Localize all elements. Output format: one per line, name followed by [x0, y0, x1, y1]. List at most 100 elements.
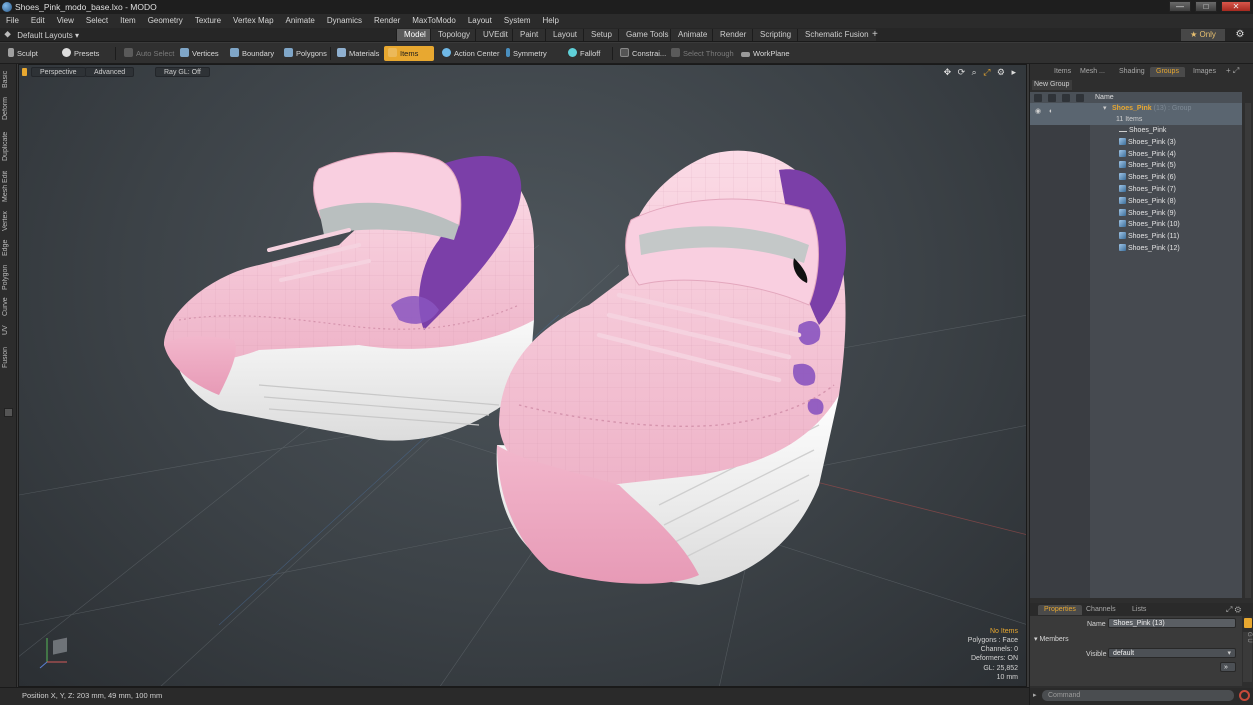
menu-animate[interactable]: Animate: [280, 14, 321, 28]
properties-color-swatch[interactable]: [1244, 618, 1252, 628]
tab-shading[interactable]: Shading: [1113, 67, 1151, 77]
tab-uv[interactable]: UV: [2, 322, 14, 338]
new-group-button[interactable]: New Group: [1032, 80, 1072, 90]
only-toggle-button[interactable]: ★ Only: [1181, 29, 1225, 41]
items-button[interactable]: Items: [384, 46, 434, 61]
menu-view[interactable]: View: [51, 14, 80, 28]
gear-icon[interactable]: ⚙: [1233, 29, 1247, 41]
side-icons-strip[interactable]: G U: [1243, 632, 1252, 682]
render-column-icon[interactable]: [1076, 94, 1084, 102]
tab-schematic-fusion[interactable]: Schematic Fusion: [797, 29, 876, 41]
presets-button[interactable]: Presets: [58, 46, 104, 61]
workplane-button[interactable]: WorkPlane: [737, 46, 795, 61]
add-tab-button[interactable]: +: [865, 29, 885, 41]
list-item[interactable]: Shoes_Pink (6): [1030, 172, 1242, 184]
tab-mesh-edit[interactable]: Mesh Edit: [2, 168, 14, 204]
tab-vertex[interactable]: Vertex: [2, 208, 14, 234]
menu-vertex-map[interactable]: Vertex Map: [227, 14, 279, 28]
menu-render[interactable]: Render: [368, 14, 406, 28]
list-item[interactable]: Shoes_Pink: [1030, 125, 1242, 137]
tree-scrollbar[interactable]: [1245, 103, 1251, 598]
maximize-button[interactable]: □: [1195, 1, 1217, 12]
name-column-header[interactable]: Name: [1095, 92, 1114, 103]
shoe-left-model[interactable]: [164, 152, 535, 441]
list-item[interactable]: Shoes_Pink (7): [1030, 184, 1242, 196]
tab-groups[interactable]: Groups: [1150, 67, 1185, 77]
lock-column-icon[interactable]: [1048, 94, 1056, 102]
falloff-button[interactable]: Falloff: [564, 46, 605, 61]
tab-fusion[interactable]: Fusion: [2, 342, 14, 372]
expand-panel-button[interactable]: [4, 408, 13, 417]
3d-viewport[interactable]: Perspective Advanced Ray GL: Off ✥ ⟳ ⌕ ⤢…: [18, 64, 1027, 687]
panel-options-icon[interactable]: + ⤢: [1226, 66, 1239, 76]
sculpt-button[interactable]: Sculpt: [4, 46, 43, 61]
action-center-button[interactable]: Action Center: [438, 46, 504, 61]
tab-model[interactable]: Model: [396, 29, 433, 41]
menu-select[interactable]: Select: [80, 14, 114, 28]
symmetry-button[interactable]: Symmetry: [502, 46, 552, 61]
group-expand-icon[interactable]: ▾: [1103, 103, 1107, 114]
list-item[interactable]: Shoes_Pink (5): [1030, 160, 1242, 172]
minimize-button[interactable]: —: [1169, 1, 1191, 12]
tab-scripting[interactable]: Scripting: [752, 29, 799, 41]
tab-setup[interactable]: Setup: [583, 29, 619, 41]
list-item[interactable]: Shoes_Pink (11): [1030, 231, 1242, 243]
tab-mesh[interactable]: Mesh ...: [1074, 67, 1111, 77]
tab-properties[interactable]: Properties: [1038, 605, 1082, 615]
tab-images[interactable]: Images: [1187, 67, 1222, 77]
list-item[interactable]: Shoes_Pink (9): [1030, 208, 1242, 220]
select-column-icon[interactable]: [1062, 94, 1070, 102]
tab-items[interactable]: Items: [1048, 67, 1077, 77]
menu-help[interactable]: Help: [537, 14, 565, 28]
tab-duplicate[interactable]: Duplicate: [2, 128, 14, 164]
list-item[interactable]: Shoes_Pink (4): [1030, 149, 1242, 161]
raygl-dropdown[interactable]: Ray GL: Off: [155, 67, 210, 77]
viewport-menu-icon[interactable]: [22, 68, 27, 76]
polygons-button[interactable]: Polygons: [280, 46, 332, 61]
properties-options-icon[interactable]: ⤢ ⚙: [1226, 605, 1241, 615]
tab-curve[interactable]: Curve: [2, 296, 14, 318]
list-item[interactable]: Shoes_Pink (12): [1030, 243, 1242, 255]
tab-polygon[interactable]: Polygon: [2, 262, 14, 292]
command-history-icon[interactable]: ▸: [1033, 691, 1037, 699]
tab-game-tools[interactable]: Game Tools: [618, 29, 676, 41]
eye-icon[interactable]: ◉: [1035, 106, 1041, 118]
boundary-button[interactable]: Boundary: [226, 46, 279, 61]
menu-dynamics[interactable]: Dynamics: [321, 14, 368, 28]
list-item[interactable]: Shoes_Pink (8): [1030, 196, 1242, 208]
lock-icon[interactable]: ◐: [1049, 106, 1053, 118]
menu-texture[interactable]: Texture: [189, 14, 227, 28]
tab-channels[interactable]: Channels: [1080, 605, 1122, 615]
tab-deform[interactable]: Deform: [2, 94, 14, 124]
auto-select-button[interactable]: Auto Select: [120, 46, 179, 61]
menu-file[interactable]: File: [0, 14, 25, 28]
tab-render[interactable]: Render: [712, 29, 754, 41]
select-through-button[interactable]: Select Through: [667, 46, 739, 61]
list-item[interactable]: Shoes_Pink (10): [1030, 219, 1242, 231]
visibility-column-icon[interactable]: [1034, 94, 1042, 102]
tab-lists[interactable]: Lists: [1126, 605, 1152, 615]
name-field[interactable]: Shoes_Pink (13): [1108, 618, 1236, 628]
list-item[interactable]: Shoes_Pink (3): [1030, 137, 1242, 149]
materials-button[interactable]: Materials: [333, 46, 384, 61]
constraint-button[interactable]: Constrai...: [616, 46, 671, 61]
command-input[interactable]: Command: [1042, 690, 1234, 701]
vertices-button[interactable]: Vertices: [176, 46, 224, 61]
tab-edge[interactable]: Edge: [2, 238, 14, 258]
menu-maxtomodo[interactable]: MaxToModo: [406, 14, 462, 28]
menu-layout[interactable]: Layout: [462, 14, 498, 28]
tab-layout[interactable]: Layout: [545, 29, 585, 41]
menu-geometry[interactable]: Geometry: [142, 14, 189, 28]
expand-arrows-button[interactable]: »: [1220, 662, 1236, 672]
perspective-dropdown[interactable]: Perspective: [31, 67, 86, 77]
shoe-right-model[interactable]: [496, 150, 847, 585]
group-row[interactable]: ◉ ◐ ▾ Shoes_Pink (13) : Group 11 Items: [1030, 103, 1242, 125]
close-button[interactable]: ✕: [1221, 1, 1251, 12]
tab-basic[interactable]: Basic: [2, 68, 14, 90]
menu-edit[interactable]: Edit: [25, 14, 51, 28]
advanced-dropdown[interactable]: Advanced: [85, 67, 135, 77]
tab-animate[interactable]: Animate: [670, 29, 715, 41]
layout-selector[interactable]: ⯁ Default Layouts ▾: [4, 29, 79, 41]
tab-paint[interactable]: Paint: [512, 29, 546, 41]
command-stop-icon[interactable]: [1239, 690, 1250, 701]
